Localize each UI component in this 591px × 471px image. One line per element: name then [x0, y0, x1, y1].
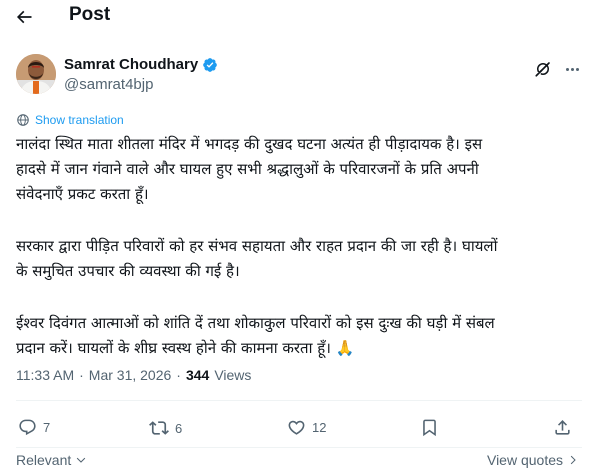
show-translation-label: Show translation [35, 113, 124, 127]
replies-toolbar: Relevant View quotes [0, 448, 591, 471]
back-button[interactable] [10, 3, 38, 31]
heart-icon [288, 420, 305, 435]
meta-separator: · [79, 367, 84, 383]
author-name[interactable]: Samrat Choudhary [64, 56, 198, 73]
tweet-line: सरकार द्वारा पीड़ित परिवारों को हर संभव … [16, 237, 498, 255]
tweet-line: हादसे में जान गंवाने वाले और घायल हुए सभ… [16, 160, 479, 178]
post-meta: 11:33 AM · Mar 31, 2026 · 344 Views [16, 367, 251, 383]
bookmark-icon [423, 419, 436, 437]
share-icon [555, 420, 570, 435]
reply-button[interactable]: 7 [18, 418, 50, 437]
tweet-line: के समुचित उपचार की व्यवस्था की गई है। [16, 262, 240, 280]
divider [16, 400, 582, 401]
view-quotes-link[interactable]: View quotes [487, 452, 579, 468]
share-button[interactable] [553, 418, 572, 437]
sort-label: Relevant [16, 452, 72, 468]
name-row: Samrat Choudhary [64, 56, 218, 73]
chevron-right-icon [570, 455, 576, 465]
tweet-text: नालंदा स्थित माता शीतला मंदिर में भगदड़ … [16, 132, 582, 361]
sort-replies-dropdown[interactable]: Relevant [16, 452, 87, 468]
show-translation-link[interactable]: Show translation [16, 113, 124, 127]
tweet-line: ईश्वर दिवंगत आत्माओं को शांति दें तथा शो… [16, 314, 495, 332]
views-count[interactable]: 344 [186, 367, 209, 383]
page-title: Post [69, 4, 111, 25]
meta-separator: · [176, 367, 181, 383]
bookmark-button[interactable] [420, 418, 439, 437]
chevron-down-icon [77, 457, 86, 463]
avatar-image [16, 54, 56, 94]
reply-icon [19, 419, 36, 436]
repost-count: 6 [175, 420, 183, 436]
author-row: Samrat Choudhary @samrat4bjp [0, 54, 591, 100]
translate-globe-icon [17, 114, 29, 126]
tweet-line: प्रदान करें। घायलों के शीघ्र स्वस्थ होने… [16, 339, 355, 357]
more-options-icon[interactable] [562, 60, 582, 78]
grok-icon[interactable] [534, 60, 552, 78]
tweet-line: नालंदा स्थित माता शीतला मंदिर में भगदड़ … [16, 135, 483, 153]
reply-count: 7 [43, 420, 51, 435]
like-button[interactable]: 12 [287, 418, 326, 437]
avatar[interactable] [16, 54, 56, 94]
author-handle[interactable]: @samrat4bjp [64, 76, 153, 93]
views-label: Views [214, 367, 252, 383]
like-count: 12 [312, 420, 327, 435]
verified-badge-icon [203, 57, 218, 72]
arrow-left-icon [16, 10, 32, 24]
repost-icon [149, 421, 169, 435]
action-bar: 7 6 12 [0, 412, 591, 446]
top-bar: Post [0, 0, 591, 34]
tweet-line: संवेदनाएँ प्रकट करता हूँ। [16, 185, 149, 203]
view-quotes-label: View quotes [486, 452, 563, 468]
post-time[interactable]: 11:33 AM [16, 367, 74, 383]
repost-button[interactable]: 6 [149, 418, 182, 438]
post-date[interactable]: Mar 31, 2026 [89, 367, 172, 383]
